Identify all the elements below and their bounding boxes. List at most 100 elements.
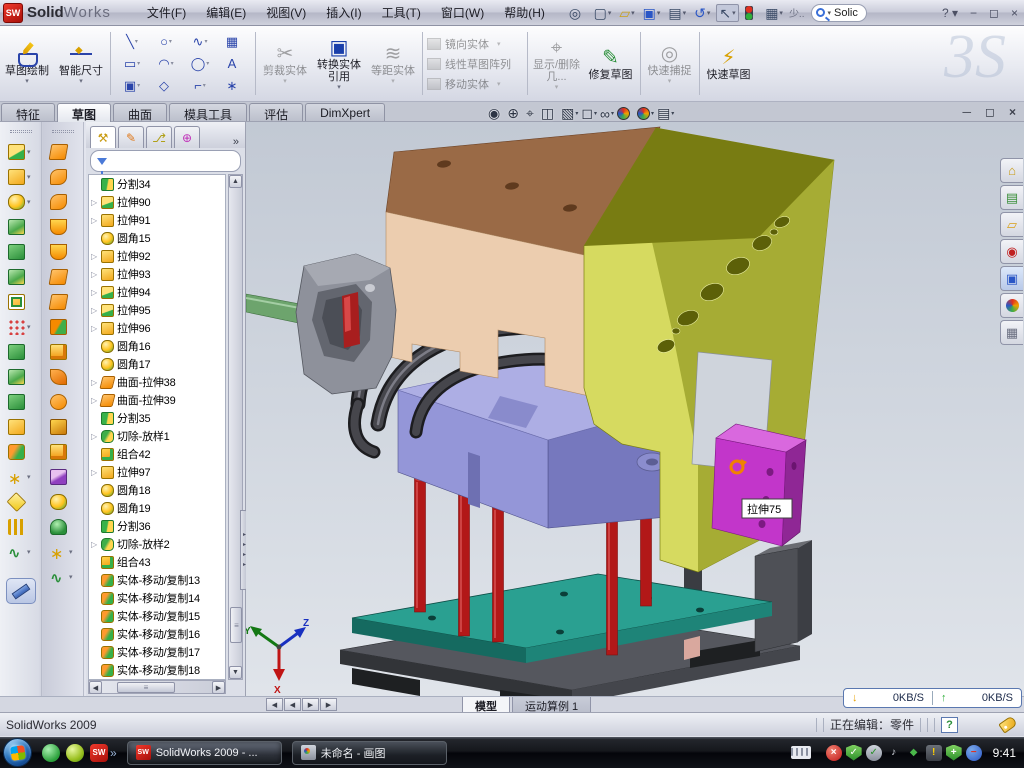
feature-tree-item[interactable]: ▷ 实体-移动/复制15 — [89, 607, 225, 625]
menu-item[interactable]: 视图(V) — [256, 1, 316, 24]
quick-launch-icon[interactable] — [66, 744, 84, 762]
menu-item[interactable]: 窗口(W) — [431, 1, 494, 24]
ribbon-tab[interactable]: 评估 — [249, 103, 303, 121]
surface-tool-button[interactable]: ▾ — [50, 314, 75, 339]
task-pane-tab[interactable] — [1000, 293, 1023, 318]
dropdown-arrow-icon[interactable]: ▾ — [779, 9, 783, 17]
feature-tree-item[interactable]: ▷ 圆角16 — [89, 337, 225, 355]
dropdown-arrow-icon[interactable]: ▾ — [69, 548, 75, 556]
view-tool-button[interactable]: ∞ ▾ — [600, 106, 614, 122]
trim-entities-button[interactable]: ✂ 剪裁实体 ▾ — [259, 28, 311, 99]
feature-tool-button[interactable]: ▾ — [8, 514, 33, 539]
toolbar-icon[interactable]: ↖ ▾ — [716, 4, 738, 22]
panel-overflow-button[interactable]: » — [233, 136, 239, 148]
tray-icon[interactable]: ✓ — [866, 745, 882, 761]
dropdown-arrow-icon[interactable]: ▾ — [683, 9, 687, 17]
feature-tree-item[interactable]: ▷ 组合42 — [89, 445, 225, 463]
tree-horizontal-scrollbar[interactable]: ◀ ≡ ▶ — [88, 680, 226, 694]
feature-tree-item[interactable]: ▷ 分割34 — [89, 175, 225, 193]
feature-tree-item[interactable]: ▷ 拉伸97 — [89, 463, 225, 481]
restore-button[interactable]: ◻ — [983, 6, 1005, 20]
doc-close-button[interactable]: × — [1009, 105, 1016, 119]
doc-restore-button[interactable]: ◻ — [985, 105, 995, 119]
dropdown-arrow-icon[interactable]: ▾ — [206, 60, 209, 67]
toolbar-icon[interactable]: ▦ ▾ — [763, 5, 785, 21]
feature-tool-button[interactable]: ▾ — [8, 139, 33, 164]
feature-tree-item[interactable]: ▷ 切除-放样2 — [89, 535, 225, 553]
feature-tool-button[interactable]: ▾ — [8, 389, 33, 414]
feature-tool-button[interactable]: ▾ — [8, 164, 33, 189]
task-pane-tab[interactable]: ⌂ — [1000, 158, 1023, 183]
view-tool-button[interactable]: ⌖ ▾ — [526, 105, 538, 122]
sketch-entity-button[interactable]: ∗ ▾ — [217, 75, 251, 97]
toolbar-icon[interactable]: ◎ ▾ — [567, 5, 588, 21]
ribbon-tab[interactable]: 草图 — [57, 103, 111, 122]
graphics-viewport[interactable]: 拉伸75 Y Z X — [246, 122, 1024, 696]
dropdown-arrow-icon[interactable]: ▾ — [27, 173, 33, 181]
surface-tool-button[interactable]: ▾ — [50, 214, 75, 239]
tab-nav-button[interactable]: ▶ — [302, 698, 319, 711]
surface-tool-button[interactable]: ▾ — [50, 264, 75, 289]
dropdown-arrow-icon[interactable]: ▾ — [137, 60, 140, 67]
dropdown-arrow-icon[interactable]: ▾ — [631, 9, 635, 17]
task-pane-tab[interactable]: ▤ — [1000, 185, 1023, 210]
dropdown-arrow-icon[interactable]: ▾ — [27, 473, 33, 481]
toolbar-icon[interactable]: ▣ ▾ — [641, 5, 663, 21]
tab-nav-button[interactable]: ◀ — [284, 698, 301, 711]
dropdown-arrow-icon[interactable]: ▾ — [27, 148, 33, 156]
dropdown-arrow-icon[interactable]: ▾ — [27, 323, 33, 331]
dropdown-arrow-icon[interactable]: ▾ — [204, 38, 207, 45]
feature-tool-button[interactable]: ▾ — [8, 314, 33, 339]
toolbar-icon[interactable]: ▢ ▾ — [592, 5, 614, 21]
convert-entities-button[interactable]: ▣ 转换实体引用 ▾ — [313, 28, 365, 99]
feature-tree-item[interactable]: ▷ 实体-移动/复制17 — [89, 643, 225, 661]
stack-tool-button[interactable]: 镜向实体 ▾ — [427, 34, 523, 54]
dropdown-arrow-icon[interactable]: ▾ — [171, 60, 174, 67]
view-tool-button[interactable]: ▾ — [637, 107, 654, 120]
property-manager-tab[interactable]: ✎ — [118, 126, 144, 148]
sketch-button[interactable]: 草图绘制 ▾ — [1, 28, 53, 99]
quick-launch-overflow-icon[interactable]: » — [110, 746, 117, 760]
taskbar-button-solidworks[interactable]: SW SolidWorks 2009 - ... — [127, 741, 282, 765]
quick-launch-icon[interactable]: SW — [90, 744, 108, 762]
feature-tree-item[interactable]: ▷ 拉伸90 — [89, 193, 225, 211]
tags-icon[interactable] — [998, 715, 1017, 733]
scroll-down-icon[interactable]: ▼ — [229, 666, 242, 679]
scroll-up-icon[interactable]: ▲ — [229, 175, 242, 188]
feature-tree-item[interactable]: ▷ 分割35 — [89, 409, 225, 427]
tab-nav-button[interactable]: ▶ — [320, 698, 337, 711]
quick-launch-icon[interactable] — [42, 744, 60, 762]
ribbon-tab[interactable]: 特征 — [1, 103, 55, 121]
surface-tool-button[interactable]: ▾ — [50, 514, 75, 539]
menu-item[interactable]: 文件(F) — [137, 1, 196, 24]
tray-icon[interactable]: − — [966, 745, 982, 761]
feature-tool-button[interactable]: ▾ — [8, 189, 33, 214]
toolbar-icon[interactable]: ▱ ▾ — [617, 5, 636, 21]
feature-tool-button[interactable]: ▾ — [8, 414, 33, 439]
tree-filter-box[interactable] — [90, 150, 241, 172]
stack-tool-button[interactable]: 移动实体 ▾ — [427, 74, 523, 94]
sketch-entity-button[interactable]: ╲ ▾ — [115, 31, 149, 53]
repair-sketch-button[interactable]: ✎ 修复草图 — [585, 28, 637, 99]
ribbon-tab[interactable]: 曲面 — [113, 103, 167, 121]
smart-dimension-button[interactable]: 智能尺寸 ▾ — [55, 28, 107, 99]
view-tool-button[interactable]: ▧ ▾ — [561, 105, 578, 122]
configuration-manager-tab[interactable]: ⎇ — [146, 126, 172, 148]
expander-icon[interactable]: ▷ — [91, 324, 101, 333]
surface-tool-button[interactable]: ▾ — [50, 439, 75, 464]
surface-tool-button[interactable]: ▾ — [50, 139, 75, 164]
feature-tool-button[interactable]: ▾ — [8, 439, 33, 464]
dropdown-arrow-icon[interactable]: ▾ — [25, 77, 29, 85]
feature-tree-item[interactable]: ▷ 圆角15 — [89, 229, 225, 247]
dropdown-arrow-icon[interactable]: ▾ — [594, 110, 597, 117]
doc-minimize-button[interactable]: ─ — [963, 105, 972, 119]
expander-icon[interactable]: ▷ — [91, 306, 101, 315]
sketch-entity-button[interactable]: ▣ ▾ — [115, 75, 149, 97]
feature-tool-button[interactable]: ▾ — [8, 464, 33, 489]
dropdown-arrow-icon[interactable]: ▾ — [69, 573, 75, 581]
offset-entities-button[interactable]: ≋ 等距实体 ▾ — [367, 28, 419, 99]
surface-tool-button[interactable]: ▾ — [50, 339, 75, 364]
task-pane-tab[interactable]: ◉ — [1000, 239, 1023, 264]
minimize-button[interactable]: − — [964, 6, 983, 20]
quick-snaps-button[interactable]: ◎ 快速捕捉 ▾ — [644, 28, 696, 99]
